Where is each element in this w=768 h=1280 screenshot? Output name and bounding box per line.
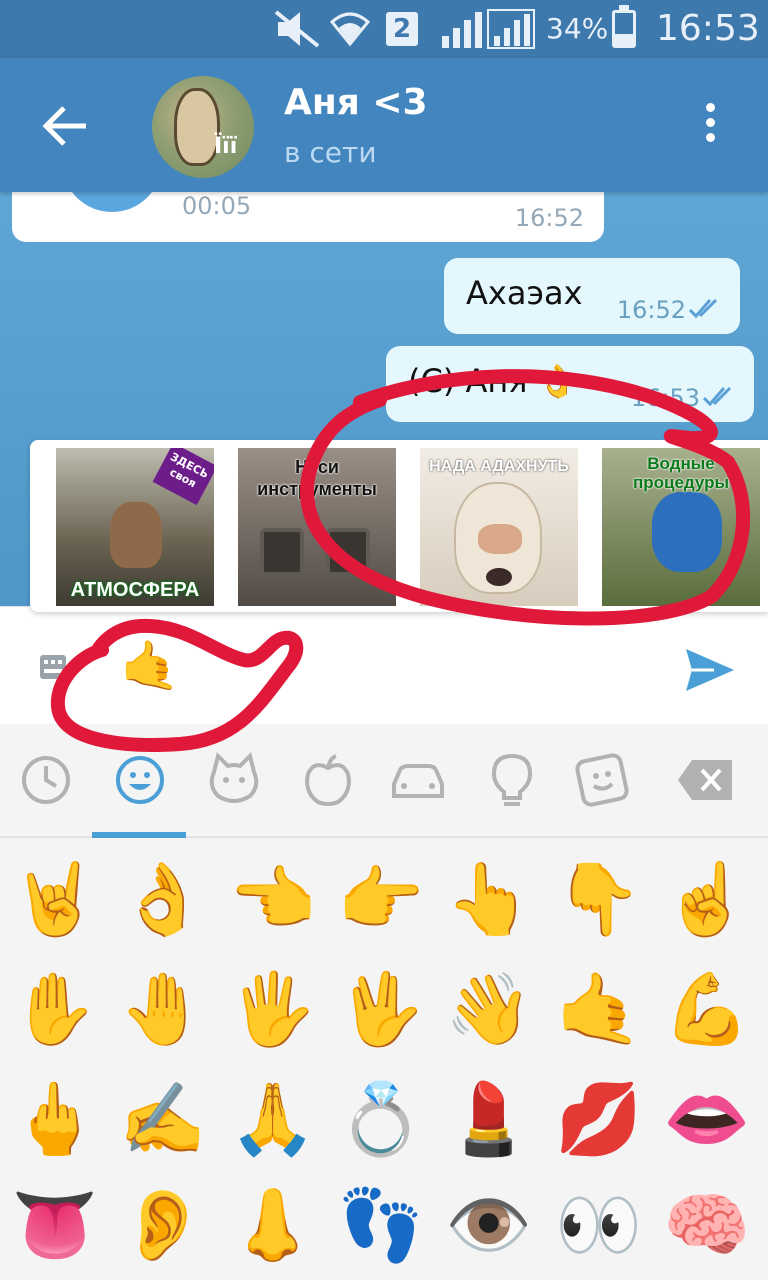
emoji-cell[interactable]: 👉 (326, 844, 436, 954)
arrow-left-icon[interactable] (38, 98, 94, 154)
emoji-cell[interactable]: 👃 (218, 1170, 328, 1280)
sticker-atmosfera[interactable]: ЗДЕСЬ своя АТМОСФЕРА (56, 448, 214, 606)
emoji-cell[interactable]: 🖕 (0, 1064, 110, 1174)
incoming-voice-message[interactable]: 00:05 16:52 (12, 192, 604, 242)
keyboard-icon[interactable] (40, 655, 66, 679)
emoji-cell[interactable]: 🤘 (0, 844, 110, 954)
sticker-caption: НАДА АДАХНУТЬ (429, 458, 569, 475)
chat-title[interactable]: Аня <3 (284, 82, 428, 123)
emoji-cell[interactable]: ✍️ (108, 1064, 218, 1174)
car-icon[interactable] (390, 752, 446, 808)
double-check-icon (688, 298, 718, 319)
voice-duration: 00:05 (182, 192, 252, 220)
message-time: 16:52 (616, 296, 686, 324)
sticker-caption: АТМОСФЕРА (70, 579, 200, 601)
avatar-caption: Ïïï (214, 134, 238, 159)
clock: 16:53 (656, 8, 760, 49)
emoji-cell[interactable]: 👣 (326, 1170, 436, 1280)
wifi-icon (330, 12, 370, 47)
chat-header: Ïïï Аня <3 в сети (0, 58, 768, 192)
outgoing-message[interactable]: Ахаэах 16:52 (444, 258, 740, 334)
emoji-cell[interactable]: 🤚 (108, 954, 218, 1064)
message-time: 16:52 (514, 204, 584, 232)
message-composer: 🤙 (0, 606, 768, 724)
emoji-cell[interactable]: 👋 (434, 954, 544, 1064)
active-tab-indicator (92, 832, 186, 838)
voice-play-button[interactable] (62, 192, 162, 212)
cat-icon[interactable] (206, 752, 262, 808)
message-text: (С) Аня 👌 (408, 362, 578, 400)
emoji-cell[interactable]: 🖐️ (218, 954, 328, 1064)
outgoing-message[interactable]: (С) Аня 👌 16:53 (386, 346, 754, 422)
emoji-grid: 🤘 👌 👈 👉 👆 👇 ☝️ ✋ 🤚 🖐️ 🖖 👋 🤙 💪 🖕 ✍️ 🙏 💍 💄… (0, 844, 768, 1280)
emoji-cell[interactable]: ✋ (0, 954, 110, 1064)
battery-icon (612, 5, 636, 48)
signal-icon (442, 9, 535, 49)
emoji-cell[interactable]: 👀 (544, 1170, 654, 1280)
emoji-cell[interactable]: 👌 (108, 844, 218, 954)
emoji-cell[interactable]: 👂 (108, 1170, 218, 1280)
sticker-suggestions: ЗДЕСЬ своя АТМОСФЕРА Неси инструменты НА… (30, 440, 768, 612)
sticker-caption: Водные процедуры (632, 454, 730, 492)
sticker-dog[interactable]: НАДА АДАХНУТЬ (420, 448, 578, 606)
emoji-cell[interactable]: 💋 (544, 1064, 654, 1174)
recent-icon[interactable] (18, 752, 74, 808)
sticker-instruments[interactable]: Неси инструменты (238, 448, 396, 606)
emoji-cell[interactable]: 👅 (0, 1170, 110, 1280)
message-text: Ахаэах (466, 274, 583, 312)
avatar[interactable]: Ïïï (152, 76, 254, 178)
sim-indicator: 2 (386, 12, 418, 46)
emoji-cell[interactable]: 👈 (218, 844, 328, 954)
sticker-caption: Неси инструменты (257, 457, 377, 499)
battery-percent: 34% (546, 12, 609, 45)
emoji-cell[interactable]: 🖖 (326, 954, 436, 1064)
sticker-water[interactable]: Водные процедуры (602, 448, 760, 606)
lightbulb-icon[interactable] (484, 752, 540, 808)
emoji-cell[interactable]: 🙏 (218, 1064, 328, 1174)
emoji-cell[interactable]: 👇 (544, 844, 654, 954)
chat-status: в сети (284, 136, 377, 169)
emoji-cell[interactable]: 🧠 (652, 1170, 762, 1280)
emoji-cell[interactable]: 👄 (652, 1064, 762, 1174)
emoji-cell[interactable]: 👁️ (434, 1170, 544, 1280)
double-check-icon (702, 386, 732, 407)
emoji-cell[interactable]: 🤙 (544, 954, 654, 1064)
message-input[interactable]: 🤙 (120, 637, 180, 695)
send-icon[interactable] (684, 645, 736, 695)
message-time: 16:53 (630, 384, 700, 412)
backspace-icon[interactable] (676, 752, 736, 808)
symbols-icon[interactable] (574, 752, 630, 808)
emoji-cell[interactable]: 💄 (434, 1064, 544, 1174)
apple-icon[interactable] (300, 752, 356, 808)
emoji-cell[interactable]: ☝️ (652, 844, 762, 954)
status-bar: 2 34% 16:53 (0, 0, 768, 58)
mute-icon (274, 10, 320, 48)
emoji-category-tabs (0, 724, 768, 838)
emoji-cell[interactable]: 💪 (652, 954, 762, 1064)
emoji-keyboard: 🤘 👌 👈 👉 👆 👇 ☝️ ✋ 🤚 🖐️ 🖖 👋 🤙 💪 🖕 ✍️ 🙏 💍 💄… (0, 724, 768, 1280)
more-vertical-icon[interactable] (694, 98, 726, 154)
sticker-badge: ЗДЕСЬ своя (152, 448, 214, 506)
emoji-cell[interactable]: 💍 (326, 1064, 436, 1174)
smile-icon[interactable] (112, 752, 168, 808)
emoji-cell[interactable]: 👆 (434, 844, 544, 954)
